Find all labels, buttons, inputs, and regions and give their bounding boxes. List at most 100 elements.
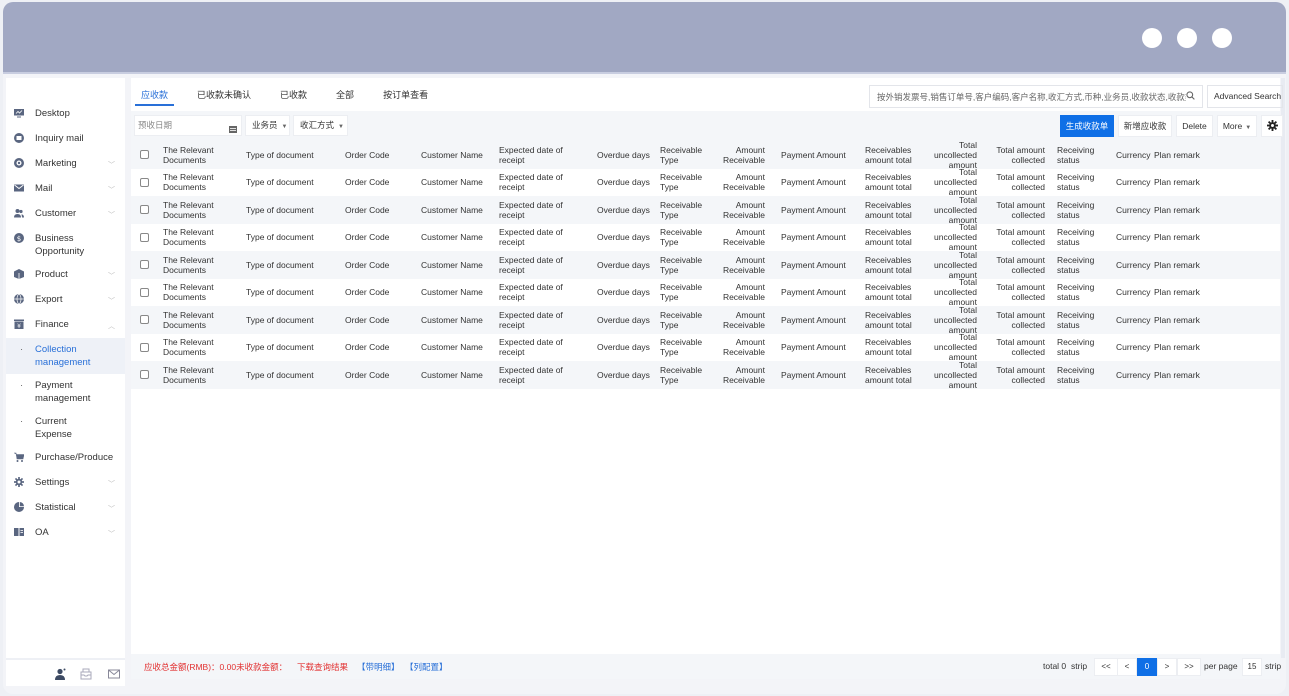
table-row[interactable]: The Relevant Documents Type of document Or… xyxy=(131,195,1280,225)
sidebar-item-purchase-produce[interactable]: Purchase/Produce xyxy=(6,446,125,471)
column-header[interactable]: Overdue days xyxy=(597,141,652,169)
column-header[interactable]: Expected date of receipt xyxy=(499,141,577,169)
search-input[interactable]: 按外销发票号,销售订单号,客户编码,客户名称,收汇方式,币种,业务员,收款状态,… xyxy=(869,85,1203,108)
current-page-button[interactable]: 0 xyxy=(1137,658,1157,676)
sidebar-item-settings[interactable]: Settings ﹀ xyxy=(6,471,125,496)
tab-4[interactable]: 按订单查看 xyxy=(373,78,438,108)
column-header[interactable]: Total amount collected xyxy=(993,141,1045,169)
table-cell: Currency xyxy=(1116,306,1152,334)
window-dot-3[interactable] xyxy=(1212,28,1232,48)
search-icon[interactable] xyxy=(1186,91,1195,102)
chevron-down-icon[interactable]: ﹀ xyxy=(108,184,115,197)
sidebar-item-label: Business Opportunity xyxy=(35,233,85,257)
chevron-down-icon[interactable]: ﹀ xyxy=(108,209,115,222)
sidebar-item-oa[interactable]: OA ﹀ xyxy=(6,521,125,546)
row-checkbox[interactable] xyxy=(140,287,149,297)
chevron-up-icon[interactable]: ︿ xyxy=(108,320,115,333)
table-row[interactable]: The Relevant Documents Type of document Or… xyxy=(131,167,1280,197)
inbox-icon[interactable] xyxy=(80,668,92,680)
more-button[interactable]: More ▼ xyxy=(1217,115,1257,137)
sidebar-item-customer[interactable]: Customer ﹀ xyxy=(6,202,125,227)
column-settings-button[interactable] xyxy=(1261,115,1283,137)
cell-value: Expected date of receipt xyxy=(499,227,563,248)
column-header[interactable]: Receivable Type xyxy=(660,141,708,169)
cell-value: Receivables amount total xyxy=(865,227,912,248)
sidebar-item-business-opportunity[interactable]: $ Business Opportunity xyxy=(6,227,125,263)
calendar-icon[interactable] xyxy=(229,121,237,133)
column-header[interactable]: Currency xyxy=(1116,141,1152,169)
table-row[interactable]: The Relevant Documents Type of document Or… xyxy=(131,250,1280,280)
sidebar-item-statistical[interactable]: Statistical ﹀ xyxy=(6,496,125,521)
first-page-button[interactable]: << xyxy=(1094,658,1118,676)
salesman-dropdown[interactable]: 业务员 ▼ xyxy=(245,115,290,136)
chevron-down-icon[interactable]: ﹀ xyxy=(108,295,115,308)
select-all-checkbox[interactable] xyxy=(140,150,149,160)
sidebar-item-export[interactable]: Export ﹀ xyxy=(6,288,125,313)
tab-0[interactable]: 应收款 xyxy=(131,78,178,108)
chevron-down-icon[interactable]: ﹀ xyxy=(108,528,115,541)
per-page-input[interactable]: 15 xyxy=(1242,658,1262,676)
envelope-icon[interactable] xyxy=(108,668,120,680)
sidebar-item-product[interactable]: Product ﹀ xyxy=(6,263,125,288)
column-header[interactable]: Receivables amount total xyxy=(865,141,925,169)
date-filter-input[interactable]: 预收日期 xyxy=(134,115,242,136)
table-row[interactable]: The Relevant Documents Type of document Or… xyxy=(131,222,1280,252)
add-receivable-button[interactable]: 新增应收款 xyxy=(1118,115,1172,137)
user-icon[interactable] xyxy=(54,668,66,680)
table-row[interactable]: The Relevant Documents Type of document Or… xyxy=(131,305,1280,335)
chevron-down-icon[interactable]: ﹀ xyxy=(108,478,115,491)
sidebar-item-desktop[interactable]: Desktop xyxy=(6,102,125,127)
row-checkbox[interactable] xyxy=(140,260,149,270)
table-row[interactable]: The Relevant Documents Type of document Or… xyxy=(131,332,1280,362)
column-header[interactable]: Order Code xyxy=(345,141,405,169)
delete-button[interactable]: Delete xyxy=(1176,115,1213,137)
table-cell: Expected date of receipt xyxy=(499,279,577,307)
tab-3[interactable]: 全部 xyxy=(326,78,364,108)
table-cell: Total uncollected amount xyxy=(931,195,977,225)
column-header[interactable]: Amount Receivable xyxy=(711,141,765,169)
sidebar-subitem-payment-management[interactable]: · Payment management xyxy=(6,374,125,410)
sidebar-item-marketing[interactable]: Marketing ﹀ xyxy=(6,152,125,177)
with-detail-link[interactable]: 【带明细】 xyxy=(357,661,400,673)
tab-2[interactable]: 已收款 xyxy=(270,78,317,108)
chevron-down-icon[interactable]: ﹀ xyxy=(108,270,115,283)
table-row[interactable]: The Relevant Documents Type of document Or… xyxy=(131,360,1280,390)
sidebar-item-finance[interactable]: ¥ Finance ︿ xyxy=(6,313,125,338)
column-header[interactable]: Receiving status xyxy=(1057,141,1105,169)
product-icon xyxy=(14,269,24,279)
cell-value: Type of document xyxy=(246,232,314,243)
method-dropdown[interactable]: 收汇方式 ▼ xyxy=(293,115,348,136)
advanced-search-button[interactable]: Advanced Search xyxy=(1207,85,1283,108)
column-header[interactable]: The Relevant Documents xyxy=(163,141,233,169)
window-dot-1[interactable] xyxy=(1142,28,1162,48)
table-cell: The Relevant Documents xyxy=(163,361,233,389)
column-header[interactable]: Plan remark xyxy=(1154,141,1214,169)
row-checkbox[interactable] xyxy=(140,232,149,242)
column-header[interactable]: Total uncollected amount xyxy=(931,140,977,170)
sidebar-item-inquiry-mail[interactable]: Inquiry mail xyxy=(6,127,125,152)
column-header[interactable]: Customer Name xyxy=(421,141,491,169)
row-checkbox[interactable] xyxy=(140,205,149,215)
row-checkbox[interactable] xyxy=(140,342,149,352)
column-header[interactable]: Payment Amount xyxy=(781,141,851,169)
sidebar-subitem-collection-management[interactable]: · Collection management xyxy=(6,338,125,374)
next-page-button[interactable]: > xyxy=(1157,658,1177,676)
prev-page-button[interactable]: < xyxy=(1117,658,1137,676)
last-page-button[interactable]: >> xyxy=(1177,658,1201,676)
row-checkbox[interactable] xyxy=(140,370,149,380)
sidebar-subitem-current-expense[interactable]: · Current Expense xyxy=(6,410,125,446)
row-checkbox[interactable] xyxy=(140,177,149,187)
download-results-link[interactable]: 下载查询结果 xyxy=(297,661,348,673)
row-checkbox[interactable] xyxy=(140,315,149,325)
table-row[interactable]: The Relevant Documents Type of document Or… xyxy=(131,277,1280,307)
chevron-down-icon[interactable]: ﹀ xyxy=(108,503,115,516)
column-config-link[interactable]: 【列配置】 xyxy=(405,661,448,673)
globe-icon xyxy=(14,294,24,304)
column-header[interactable]: Type of document xyxy=(246,141,331,169)
tab-1[interactable]: 已收款未确认 xyxy=(187,78,261,108)
page-scrollbar[interactable] xyxy=(1281,78,1285,658)
chevron-down-icon[interactable]: ﹀ xyxy=(108,159,115,172)
window-dot-2[interactable] xyxy=(1177,28,1197,48)
sidebar-item-mail[interactable]: Mail ﹀ xyxy=(6,177,125,202)
generate-receipt-button[interactable]: 生成收款单 xyxy=(1060,115,1114,137)
